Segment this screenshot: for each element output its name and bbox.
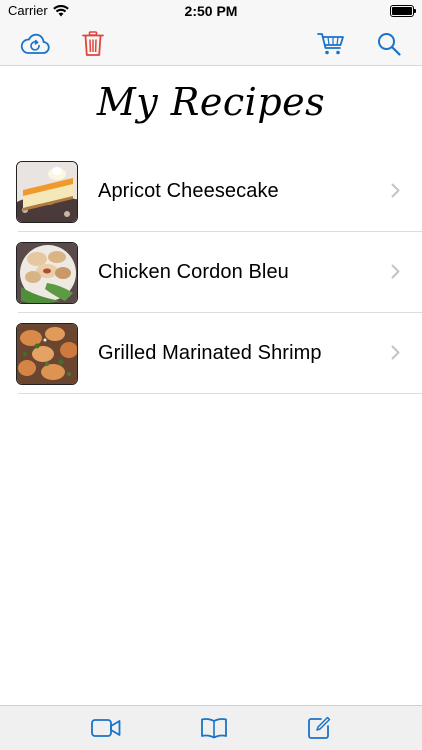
grilled-shrimp-photo [17,324,77,384]
video-icon [91,719,121,737]
bottom-toolbar [0,705,422,750]
recipe-thumbnail [16,242,78,304]
search-button[interactable] [373,28,405,60]
shopping-cart-button[interactable] [315,28,347,60]
battery-level [392,7,412,15]
chicken-cordon-bleu-photo [17,243,77,303]
cart-icon [317,33,344,55]
delete-button[interactable] [77,28,109,60]
recipe-row[interactable]: Apricot Cheesecake [0,151,422,232]
recipe-thumbnail [16,161,78,223]
cloud-sync-button[interactable] [19,28,51,60]
chevron-right-icon [391,264,400,279]
recipe-thumbnail [16,323,78,385]
apricot-cheesecake-photo [17,162,77,222]
cloud-sync-icon [20,33,50,54]
book-button[interactable] [199,714,229,742]
status-bar: Carrier 2:50 PM [0,0,422,22]
recipe-name: Chicken Cordon Bleu [98,261,289,283]
navigation-bar [0,22,422,66]
trash-icon [82,31,104,56]
recipe-row[interactable]: Grilled Marinated Shrimp [0,313,422,394]
battery-icon [390,5,416,17]
chevron-right-icon [391,183,400,198]
video-button[interactable] [91,714,121,742]
page-title: My Recipes [96,80,326,124]
compose-button[interactable] [304,714,334,742]
compose-icon [308,716,331,739]
recipe-name: Grilled Marinated Shrimp [98,342,322,364]
recipe-name: Apricot Cheesecake [98,180,279,202]
recipe-list: Apricot Cheesecake Chicken Cordon Bleu G… [0,151,422,394]
book-icon [201,718,227,739]
search-icon [378,33,401,56]
status-time: 2:50 PM [184,3,238,19]
recipe-row[interactable]: Chicken Cordon Bleu [0,232,422,313]
chevron-right-icon [391,345,400,360]
